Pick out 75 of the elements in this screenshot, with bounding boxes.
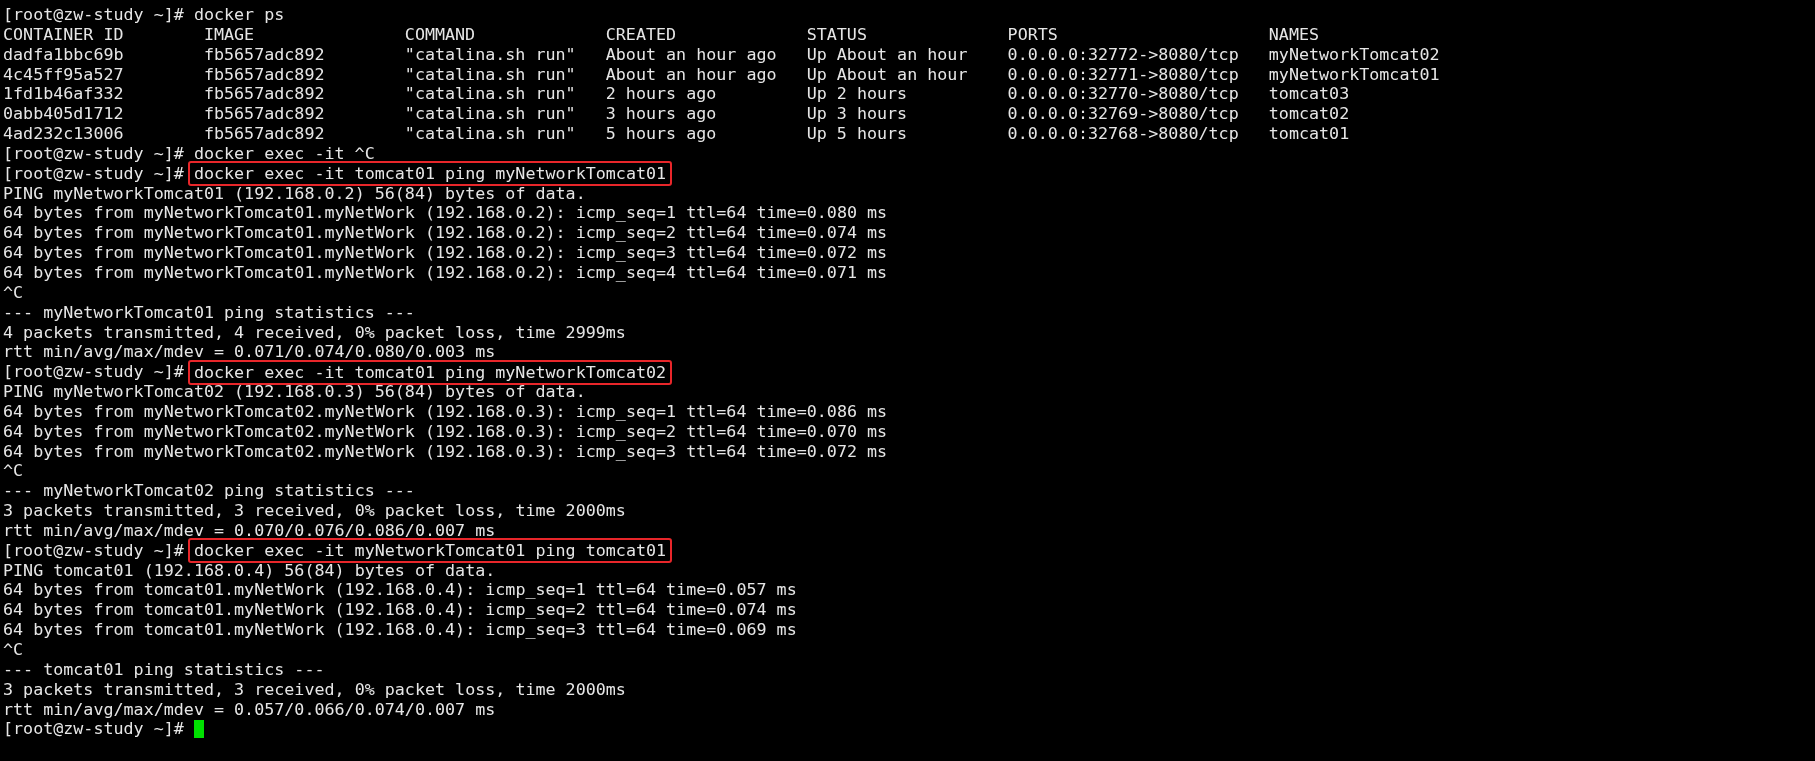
highlighted-command: docker exec -it tomcat01 ping myNetworkTomcat02 [187, 359, 673, 385]
table-cell-text: 5 hours ago [605, 124, 718, 144]
table-cell-text: 0.0.0.0:32769->8080/tcp [1007, 104, 1240, 125]
output-line: 64 bytes from myNetworkTomcat01.myNetWork (192.168.0.2): icmp_seq=4 ttl=64 time=0.071 ms [3, 262, 888, 283]
output-line: 3 packets transmitted, 3 received, 0% packet loss, time 2000ms [3, 679, 626, 700]
output-line: ^C [3, 640, 24, 660]
prompt-text: [root@zw-study ~]# [3, 362, 184, 383]
output-line: 64 bytes from myNetworkTomcat01.myNetWork (192.168.0.2): icmp_seq=2 ttl=64 time=0.074 ms [3, 223, 888, 244]
table-cell-text: 4c45ff95a527 [3, 64, 125, 85]
table-cell-text: fb5657adc892 [203, 84, 326, 105]
table-cell-text: fb5657adc892 [203, 104, 326, 125]
prompt-text: [root@zw-study ~]# [3, 719, 184, 740]
table-cell-text: "catalina.sh run" [404, 124, 577, 144]
output-line: 64 bytes from tomcat01.myNetWork (192.168.0.4): icmp_seq=3 ttl=64 time=0.069 ms [3, 620, 797, 640]
table-cell-text: myNetworkTomcat01 [1268, 64, 1441, 85]
table-cell-text: 4ad232c13006 [3, 124, 125, 144]
output-line: 64 bytes from myNetworkTomcat02.myNetWork (192.168.0.3): icmp_seq=3 ttl=64 time=0.072 ms [3, 441, 888, 462]
table-cell-text: "catalina.sh run" [404, 64, 577, 85]
output-line: ^C [3, 461, 24, 482]
table-cell-text: 3 hours ago [605, 104, 718, 125]
table-cell-text: About an hour ago [605, 44, 778, 65]
table-cell-text: Up About an hour [806, 44, 969, 65]
table-cell-text: About an hour ago [605, 64, 778, 85]
column-header: STATUS [806, 24, 868, 45]
column-header: CONTAINER ID [3, 24, 125, 45]
output-line: 64 bytes from tomcat01.myNetWork (192.168.0.4): icmp_seq=2 ttl=64 time=0.074 ms [3, 600, 797, 621]
column-header: COMMAND [404, 24, 477, 45]
table-cell-text: 2 hours ago [605, 84, 718, 105]
prompt-text: [root@zw-study ~]# [3, 5, 184, 25]
output-line: 64 bytes from myNetworkTomcat01.myNetWork (192.168.0.2): icmp_seq=1 ttl=64 time=0.080 ms [3, 203, 888, 224]
prompt-text: [root@zw-study ~]# [3, 540, 184, 561]
command-text: docker exec -it ^C [193, 143, 375, 164]
output-line: rtt min/avg/max/mdev = 0.070/0.076/0.086/0.007 ms [3, 520, 496, 541]
output-line: 64 bytes from myNetworkTomcat02.myNetWork (192.168.0.3): icmp_seq=1 ttl=64 time=0.086 ms [3, 401, 888, 422]
table-cell-text: fb5657adc892 [203, 64, 326, 85]
table-cell-text: Up 3 hours [806, 104, 909, 125]
column-header: NAMES [1268, 24, 1321, 45]
table-cell-text: myNetworkTomcat02 [1268, 44, 1441, 65]
output-line: --- tomcat01 ping statistics --- [3, 659, 325, 680]
output-line: 3 packets transmitted, 3 received, 0% packet loss, time 2000ms [3, 501, 626, 521]
table-cell-text: fb5657adc892 [203, 124, 326, 144]
output-line: --- myNetworkTomcat02 ping statistics --- [3, 481, 415, 502]
table-cell-text: fb5657adc892 [203, 44, 326, 65]
highlighted-command: docker exec -it myNetworkTomcat01 ping tomcat01 [187, 538, 673, 564]
table-cell-text: "catalina.sh run" [404, 104, 577, 125]
output-line: 64 bytes from myNetworkTomcat02.myNetWork (192.168.0.3): icmp_seq=2 ttl=64 time=0.070 ms [3, 421, 888, 442]
table-cell-text: 0.0.0.0:32771->8080/tcp [1007, 64, 1240, 85]
table-cell-text: 1fd1b46af332 [3, 84, 125, 105]
output-line: ^C [3, 282, 24, 303]
table-cell-text: Up About an hour [806, 64, 969, 85]
table-cell-text: dadfa1bbc69b [3, 44, 125, 65]
table-cell-text: Up 2 hours [806, 84, 909, 105]
column-header: CREATED [605, 24, 678, 45]
table-cell-text: tomcat02 [1268, 104, 1351, 125]
table-cell-text: 0.0.0.0:32770->8080/tcp [1007, 84, 1240, 105]
table-cell-text: 0.0.0.0:32772->8080/tcp [1007, 44, 1240, 65]
table-cell-text: "catalina.sh run" [404, 44, 577, 65]
highlighted-command: docker exec -it tomcat01 ping myNetworkTomcat01 [187, 161, 673, 187]
prompt-text: [root@zw-study ~]# [3, 163, 184, 184]
table-cell-text: Up 5 hours [806, 124, 909, 144]
output-line: 64 bytes from myNetworkTomcat01.myNetWork (192.168.0.2): icmp_seq=3 ttl=64 time=0.072 ms [3, 243, 888, 263]
table-cell-text: 0.0.0.0:32768->8080/tcp [1007, 124, 1240, 144]
column-header: IMAGE [203, 24, 256, 45]
output-line: --- myNetworkTomcat01 ping statistics --- [3, 302, 415, 323]
prompt-text: [root@zw-study ~]# [3, 143, 184, 164]
output-line: 64 bytes from tomcat01.myNetWork (192.168.0.4): icmp_seq=1 ttl=64 time=0.057 ms [3, 580, 797, 601]
output-line: PING myNetworkTomcat02 (192.168.0.3) 56(84) bytes of data. [3, 382, 586, 402]
column-header: PORTS [1007, 24, 1059, 45]
output-line: rtt min/avg/max/mdev = 0.057/0.066/0.074/0.007 ms [3, 699, 496, 720]
output-line: 4 packets transmitted, 4 received, 0% packet loss, time 2999ms [3, 322, 626, 343]
table-cell-text: tomcat01 [1268, 124, 1351, 144]
command-text: docker ps [193, 5, 285, 25]
table-cell-text: tomcat03 [1268, 84, 1351, 105]
table-cell-text: "catalina.sh run" [404, 84, 577, 105]
table-cell-text: 0abb405d1712 [3, 104, 125, 125]
